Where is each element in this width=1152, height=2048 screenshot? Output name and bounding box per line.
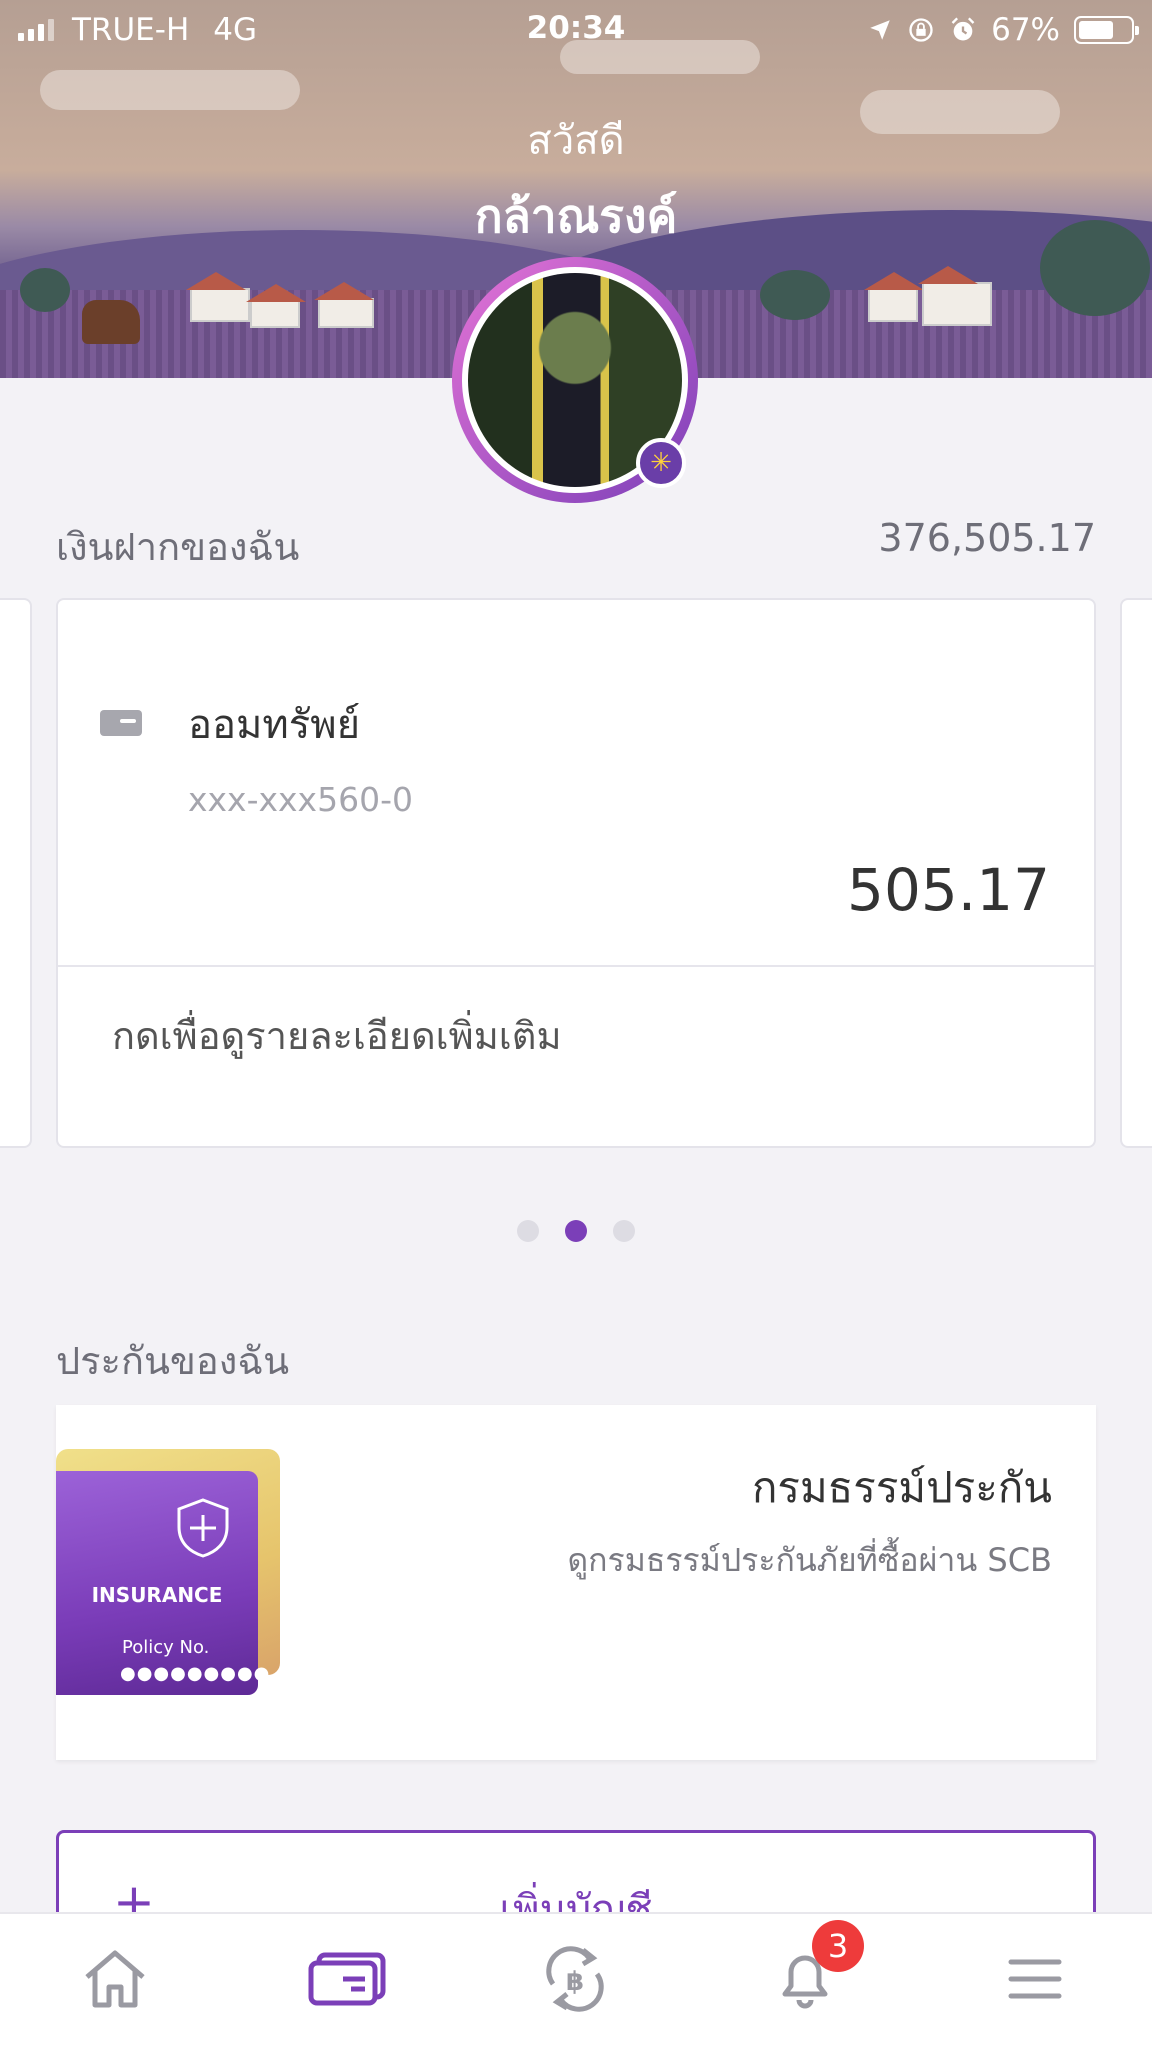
- card-divider: [58, 965, 1094, 967]
- home-icon: [85, 1950, 145, 2008]
- pager-dot[interactable]: [517, 1220, 539, 1242]
- scb-badge-icon: ✳: [636, 438, 686, 488]
- prev-account-card[interactable]: [0, 598, 32, 1148]
- insurance-title: กรมธรรม์ประกัน: [751, 1463, 1052, 1512]
- account-balance: 505.17: [847, 856, 1050, 924]
- pager-dot[interactable]: [613, 1220, 635, 1242]
- account-name: ออมทรัพย์: [188, 702, 361, 748]
- account-card-icon: [100, 710, 142, 736]
- insurance-label: ประกันของฉัน: [56, 1339, 290, 1383]
- rotation-lock-icon: [909, 18, 933, 42]
- pager-dot-active[interactable]: [565, 1220, 587, 1242]
- insurance-card-policy: Policy No.: [122, 1637, 210, 1658]
- notification-count-badge: 3: [812, 1920, 864, 1972]
- tab-accounts[interactable]: [302, 1944, 392, 2014]
- insurance-card[interactable]: INSURANCE Policy No. ●●●●●●●●● กรมธรรม์ป…: [56, 1405, 1096, 1760]
- account-number: xxx-xxx560-0: [188, 780, 413, 819]
- carousel-pager[interactable]: [0, 1220, 1152, 1242]
- menu-icon: [1008, 1959, 1062, 1999]
- tab-menu[interactable]: [990, 1944, 1080, 2014]
- deposits-label: เงินฝากของฉัน: [56, 525, 300, 569]
- svg-text:฿: ฿: [566, 1967, 584, 1997]
- status-bar: TRUE-H 4G 20:34 67%: [0, 0, 1152, 60]
- accounts-icon: [308, 1952, 386, 2006]
- bottom-tab-bar: ฿: [0, 1912, 1152, 2048]
- battery-icon: [1074, 16, 1139, 44]
- insurance-card-image: INSURANCE Policy No. ●●●●●●●●●: [56, 1471, 269, 1695]
- insurance-card-word: INSURANCE: [91, 1583, 223, 1607]
- alarm-icon: [951, 17, 975, 41]
- battery-percent: 67%: [991, 12, 1060, 48]
- account-card[interactable]: ออมทรัพย์ xxx-xxx560-0 505.17 กดเพื่อดูร…: [56, 598, 1096, 1148]
- insurance-card-dots: ●●●●●●●●●: [120, 1663, 271, 1684]
- transfer-icon: ฿: [546, 1946, 604, 2012]
- shield-plus-icon: [177, 1498, 229, 1558]
- insurance-subtitle: ดูกรมธรรม์ประกันภัยที่ซื้อผ่าน SCB: [567, 1541, 1052, 1579]
- greeting: สวัสดี: [527, 118, 625, 164]
- account-details-link[interactable]: กดเพื่อดูรายละเอียดเพิ่มเติม: [112, 1005, 562, 1066]
- location-icon: [870, 20, 890, 40]
- tab-transfer[interactable]: ฿: [530, 1944, 620, 2014]
- next-account-card[interactable]: [1120, 598, 1152, 1148]
- user-name: กล้าณรงค์: [474, 189, 678, 243]
- tab-home[interactable]: [70, 1944, 160, 2014]
- deposits-total: 376,505.17: [878, 516, 1096, 560]
